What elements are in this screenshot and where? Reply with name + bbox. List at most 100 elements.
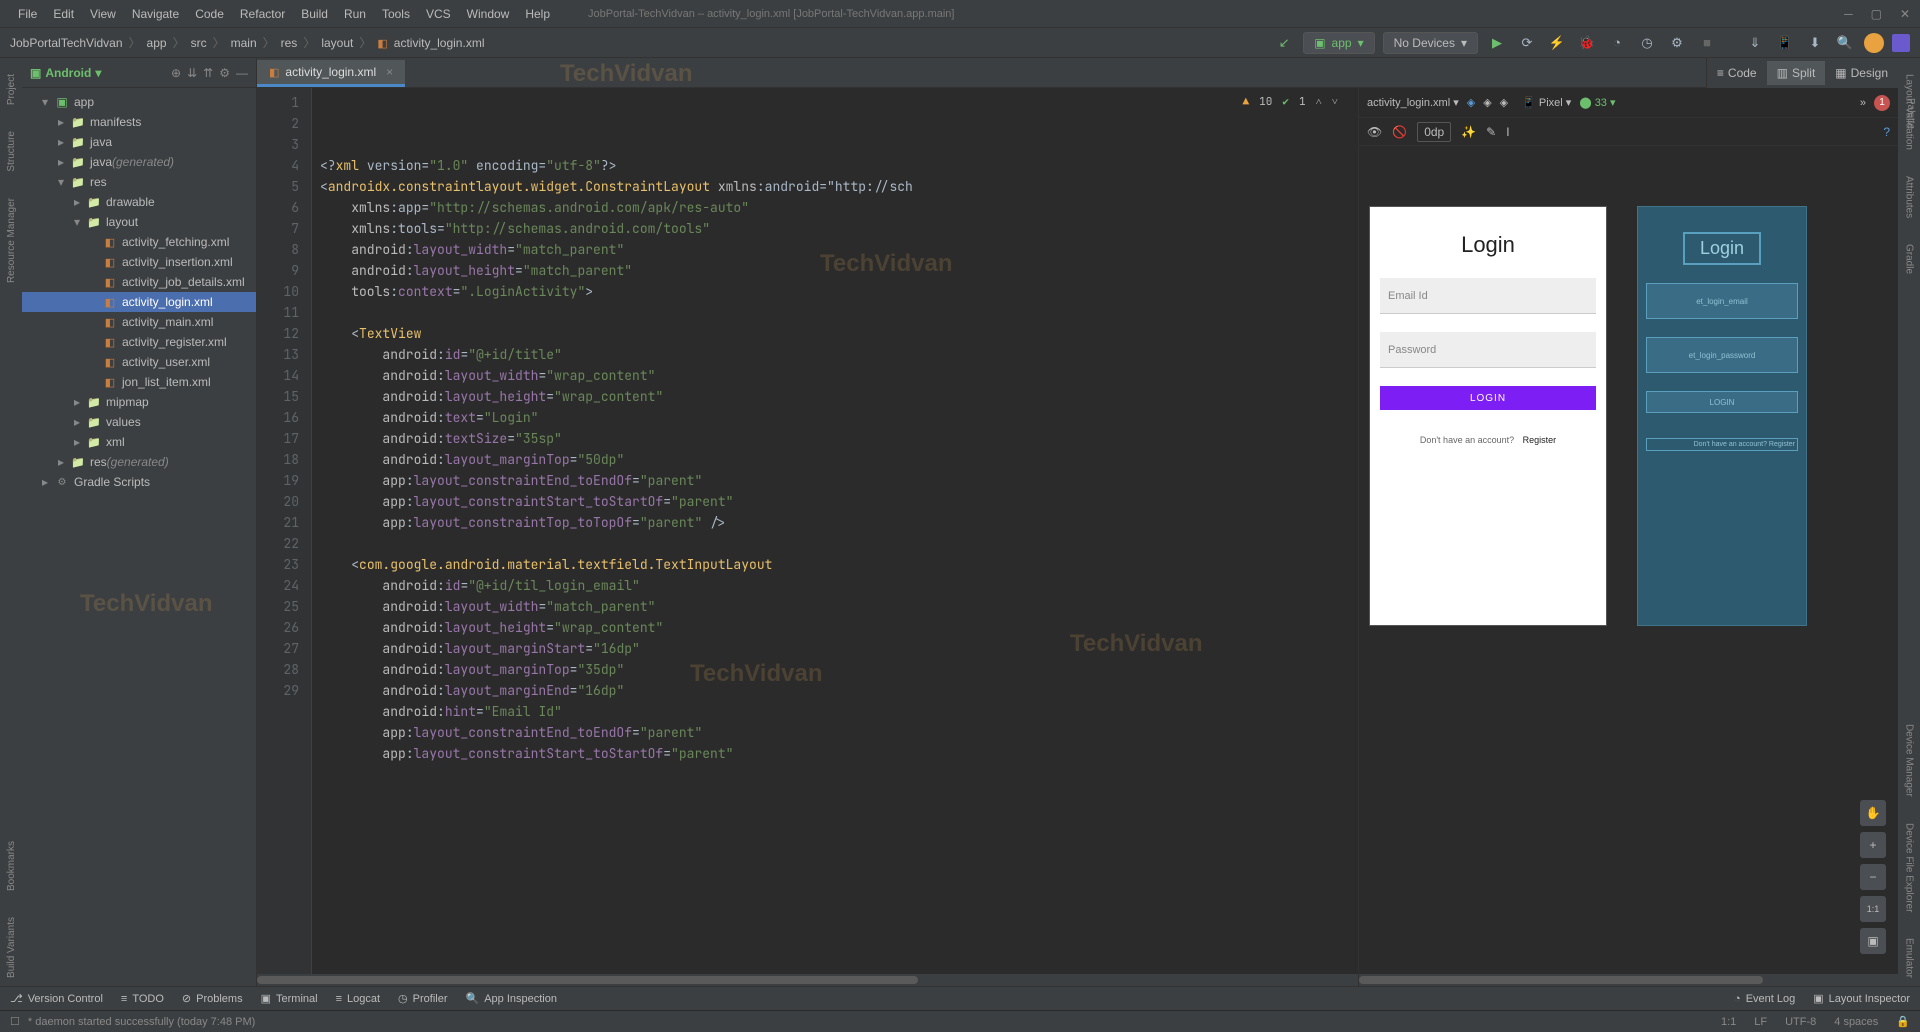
indent-settings[interactable]: 4 spaces (1834, 1016, 1878, 1028)
zoom-out-icon[interactable]: − (1860, 864, 1886, 890)
tool-event-log[interactable]: ◔ Event Log (1734, 993, 1795, 1005)
caret-position[interactable]: 1:1 (1721, 1016, 1736, 1028)
menu-code[interactable]: Code (187, 7, 232, 21)
tree-item[interactable]: activity_login.xml (22, 292, 256, 312)
tool-project[interactable]: Project (6, 74, 17, 105)
tree-item[interactable]: ▸java (generated) (22, 152, 256, 172)
sync-icon[interactable]: ↙ (1273, 32, 1295, 54)
expand-icon[interactable]: ⇈ (203, 66, 213, 80)
api-level-icon[interactable]: ⬤ 33 ▾ (1579, 96, 1615, 109)
tree-item[interactable]: jon_list_item.xml (22, 372, 256, 392)
dp-input[interactable]: 0dp (1417, 122, 1451, 142)
crumb-layout[interactable]: layout (321, 36, 353, 50)
orientation-icon[interactable]: 🚫 (1392, 125, 1407, 139)
tree-item[interactable]: ▸xml (22, 432, 256, 452)
surface-icon-2[interactable]: ◈ (1483, 96, 1491, 109)
tree-item[interactable]: ▸mipmap (22, 392, 256, 412)
tree-item[interactable]: ▾app (22, 92, 256, 112)
tool-bookmarks[interactable]: Bookmarks (6, 841, 17, 891)
tool-device-file-explorer[interactable]: Device File Explorer (1904, 823, 1915, 912)
target-icon[interactable]: ⊕ (171, 66, 181, 80)
hide-panel-icon[interactable]: — (236, 66, 248, 80)
tool-structure[interactable]: Structure (6, 131, 17, 172)
tool-attributes[interactable]: Attributes (1904, 176, 1915, 218)
user-avatar[interactable] (1864, 33, 1884, 53)
status-icon[interactable]: ☐ (10, 1015, 20, 1028)
run-config-device[interactable]: No Devices ▾ (1383, 32, 1478, 54)
design-error-badge[interactable]: 1 (1874, 95, 1890, 111)
menu-help[interactable]: Help (517, 7, 558, 21)
menu-view[interactable]: View (82, 7, 124, 21)
tree-item[interactable]: activity_insertion.xml (22, 252, 256, 272)
design-preview[interactable]: Login Email Id Password LOGIN Don't have… (1369, 206, 1607, 626)
menu-tools[interactable]: Tools (374, 7, 418, 21)
apply-changes-icon[interactable]: ⟳ (1516, 32, 1538, 54)
tree-item[interactable]: ▾res (22, 172, 256, 192)
menu-refactor[interactable]: Refactor (232, 7, 293, 21)
run-button[interactable]: ▶ (1486, 32, 1508, 54)
profile-icon[interactable]: ◷ (1636, 32, 1658, 54)
menu-navigate[interactable]: Navigate (124, 7, 187, 21)
crumb-main[interactable]: main (231, 36, 257, 50)
surface-icon-1[interactable]: ◈ (1467, 96, 1475, 109)
tree-item[interactable]: ▸manifests (22, 112, 256, 132)
tool-todo[interactable]: ≡ TODO (121, 993, 164, 1005)
tree-item[interactable]: activity_main.xml (22, 312, 256, 332)
coverage-icon[interactable]: ◔ (1606, 32, 1628, 54)
menu-run[interactable]: Run (336, 7, 374, 21)
crumb-src[interactable]: src (191, 36, 207, 50)
settings-icon[interactable]: ⚙ (219, 66, 230, 80)
tool-profiler[interactable]: ◷ Profiler (398, 992, 447, 1005)
pan-tool-icon[interactable]: ✋ (1860, 800, 1886, 826)
blueprint-preview[interactable]: Login et_login_email et_login_password L… (1637, 206, 1807, 626)
run-config-module[interactable]: ▣ app ▾ (1303, 32, 1374, 54)
project-tree[interactable]: ▾app▸manifests▸java▸java (generated)▾res… (22, 88, 256, 986)
apply-code-icon[interactable]: ⚡ (1546, 32, 1568, 54)
crumb-project[interactable]: JobPortalTechVidvan (10, 36, 123, 50)
inspection-widget[interactable]: ▲10 ✔1 ˄ ˅ (1243, 92, 1338, 113)
project-view-mode[interactable]: ▣ Android ▾ (30, 66, 101, 80)
tree-item[interactable]: ▸values (22, 412, 256, 432)
pencil-icon[interactable]: ✎ (1486, 125, 1496, 139)
zoom-reset-icon[interactable]: ▣ (1860, 928, 1886, 954)
tool-terminal[interactable]: ▣ Terminal (261, 992, 318, 1005)
file-encoding[interactable]: UTF-8 (1785, 1016, 1816, 1028)
search-icon[interactable]: 🔍 (1834, 32, 1856, 54)
editor-scrollbar-h[interactable] (257, 974, 1358, 986)
mode-code[interactable]: ≡ Code (1707, 61, 1767, 85)
next-highlight-icon[interactable]: ˅ (1332, 92, 1338, 113)
tool-logcat[interactable]: ≡ Logcat (336, 993, 380, 1005)
menu-vcs[interactable]: VCS (418, 7, 459, 21)
maximize-icon[interactable]: ▢ (1871, 7, 1882, 21)
tree-item[interactable]: ▾layout (22, 212, 256, 232)
device-selector[interactable]: Pixel (1539, 97, 1563, 109)
crumb-app[interactable]: app (147, 36, 167, 50)
readonly-lock-icon[interactable]: 🔒 (1896, 1015, 1910, 1028)
tree-item[interactable]: ▸res (generated) (22, 452, 256, 472)
view-options-icon[interactable]: 👁 (1367, 125, 1382, 139)
zoom-in-icon[interactable]: + (1860, 832, 1886, 858)
ide-settings-icon[interactable] (1892, 34, 1910, 52)
minimize-icon[interactable]: ─ (1844, 7, 1853, 21)
tool-resource-manager[interactable]: Resource Manager (6, 198, 17, 283)
tree-item[interactable]: ▸Gradle Scripts (22, 472, 256, 492)
tool-device-manager[interactable]: Device Manager (1904, 724, 1915, 797)
stop-icon[interactable]: ■ (1696, 32, 1718, 54)
avd-manager-icon[interactable]: 📱 (1774, 32, 1796, 54)
help-icon[interactable]: ? (1883, 125, 1890, 139)
tree-item[interactable]: activity_job_details.xml (22, 272, 256, 292)
prev-highlight-icon[interactable]: ˄ (1316, 92, 1322, 113)
menu-edit[interactable]: Edit (45, 7, 82, 21)
git-pull-icon[interactable]: ⇓ (1744, 32, 1766, 54)
tree-item[interactable]: activity_user.xml (22, 352, 256, 372)
tab-activity-login[interactable]: activity_login.xml × (257, 60, 405, 87)
tree-item[interactable]: ▸drawable (22, 192, 256, 212)
design-file-selector[interactable]: activity_login.xml ▾ (1367, 96, 1459, 109)
attach-debugger-icon[interactable]: ⚙ (1666, 32, 1688, 54)
crumb-res[interactable]: res (281, 36, 298, 50)
surface-icon-3[interactable]: ◈ (1500, 96, 1508, 109)
tool-app-inspection[interactable]: 🔍 App Inspection (465, 992, 556, 1005)
tool-gradle[interactable]: Gradle (1904, 244, 1915, 274)
close-tab-icon[interactable]: × (386, 65, 393, 79)
close-icon[interactable]: ✕ (1900, 7, 1910, 21)
